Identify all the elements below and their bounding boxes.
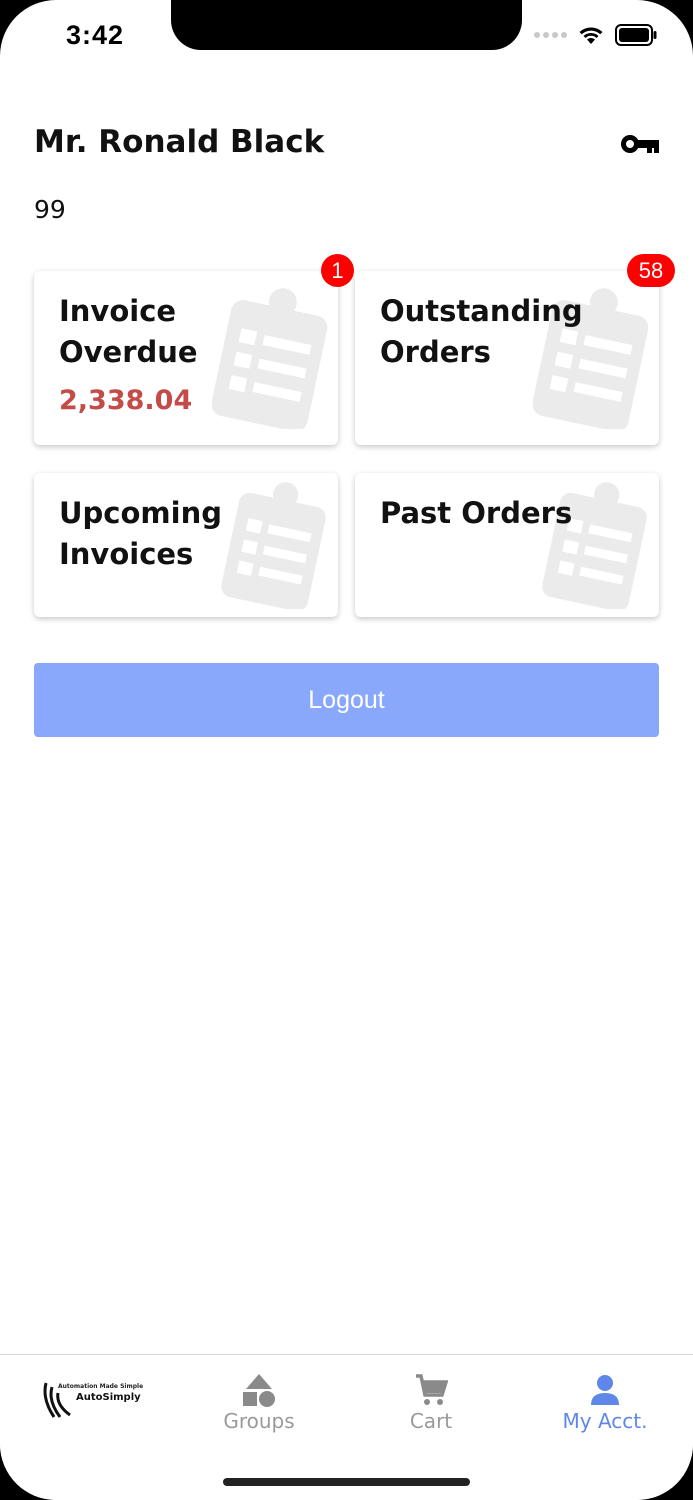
notch — [171, 0, 522, 50]
tab-my-account[interactable]: My Acct. — [545, 1373, 665, 1433]
tab-label: Groups — [223, 1409, 295, 1433]
home-indicator[interactable] — [223, 1478, 470, 1486]
wifi-icon — [579, 27, 603, 44]
logo-tagline: Automation Made Simple — [58, 1383, 144, 1390]
autosimply-logo[interactable]: Automation Made Simple AutoSimply — [40, 1379, 143, 1421]
cart-icon — [416, 1374, 448, 1405]
tile-past-orders[interactable]: Past Orders — [355, 473, 659, 617]
tile-outstanding-orders[interactable]: Outstanding Orders 58 — [355, 254, 675, 445]
person-icon — [591, 1375, 619, 1405]
phone-screen: 3:42 Mr. Ronald Black 99 Invoice Overdue… — [0, 0, 693, 1500]
tab-label: Cart — [409, 1409, 453, 1433]
tab-label: My Acct. — [562, 1409, 648, 1433]
signal-icon — [534, 32, 567, 38]
battery-icon — [615, 24, 657, 46]
tile-title: Upcoming Invoices — [59, 496, 222, 571]
overdue-amount: 2,338.04 — [59, 385, 193, 416]
user-id: 99 — [34, 195, 66, 224]
count-badge: 58 — [627, 254, 675, 287]
tab-groups[interactable]: Groups — [199, 1373, 319, 1433]
logout-button[interactable]: Logout — [34, 663, 659, 737]
status-time: 3:42 — [66, 20, 125, 50]
user-name: Mr. Ronald Black — [34, 124, 325, 160]
tile-title: Past Orders — [380, 496, 573, 530]
count-badge: 1 — [321, 254, 354, 287]
tile-title: Outstanding Orders — [380, 294, 583, 369]
logo-brand: AutoSimply — [76, 1392, 141, 1403]
tile-title: Invoice Overdue — [59, 294, 198, 369]
tab-cart[interactable]: Cart — [371, 1373, 491, 1433]
key-icon[interactable] — [620, 131, 660, 157]
shapes-icon — [243, 1374, 275, 1407]
status-icons — [534, 24, 657, 46]
tile-upcoming-invoices[interactable]: Upcoming Invoices — [34, 473, 338, 617]
tile-invoice-overdue[interactable]: Invoice Overdue 2,338.04 1 — [34, 254, 354, 445]
